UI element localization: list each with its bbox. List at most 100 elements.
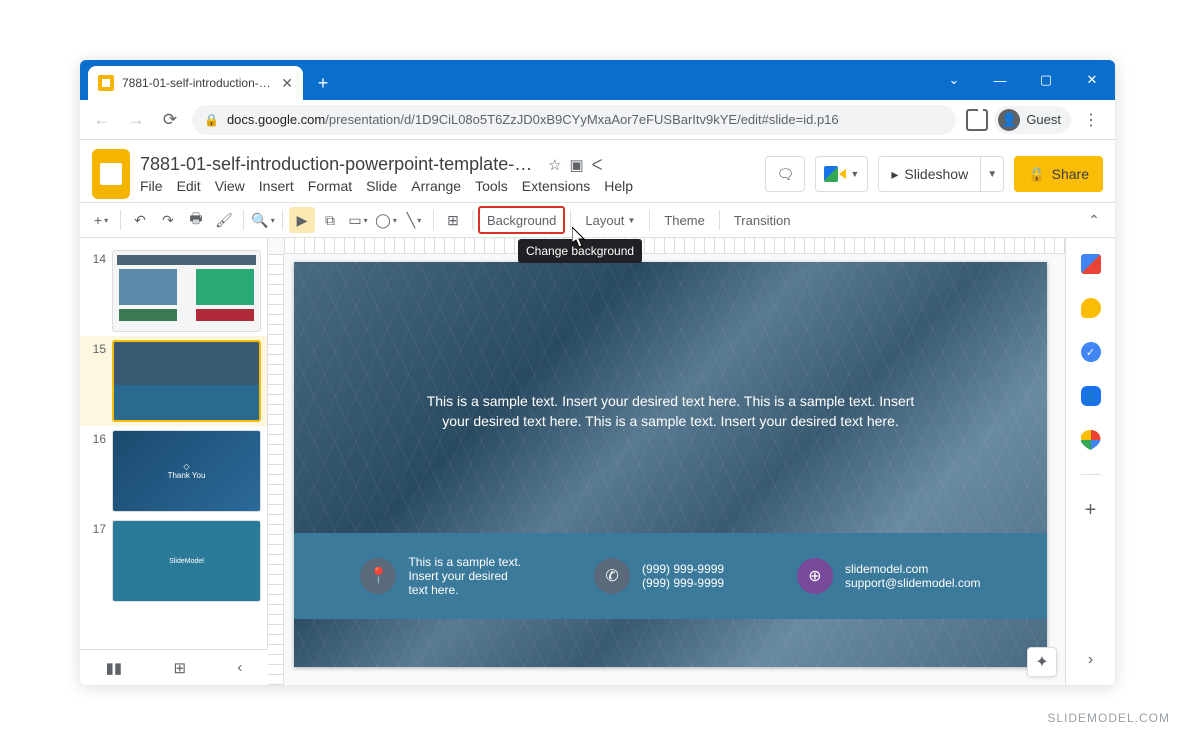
- tooltip: Change background: [518, 239, 642, 263]
- slideshow-label: Slideshow: [904, 166, 968, 182]
- tabs-area: 7881-01-self-introduction-powe ✕ +: [80, 66, 931, 100]
- keep-icon[interactable]: [1081, 298, 1101, 318]
- title-bar: 7881-01-self-introduction-powe ✕ + ⌄ — ▢…: [80, 60, 1115, 100]
- new-tab-button[interactable]: +: [309, 69, 337, 97]
- menu-slide[interactable]: Slide: [366, 178, 397, 194]
- ruler-horizontal: [284, 238, 1065, 254]
- canvas-area: This is a sample text. Insert your desir…: [268, 238, 1065, 685]
- tab-close-icon[interactable]: ✕: [281, 75, 293, 92]
- comment-icon: 🗨: [777, 166, 795, 183]
- reload-button[interactable]: ⟳: [158, 110, 182, 130]
- filmstrip-view-button[interactable]: ▮▮: [106, 659, 123, 677]
- address-bar-right: 👤 Guest ⋮: [966, 106, 1105, 134]
- menu-help[interactable]: Help: [604, 178, 633, 194]
- new-slide-button[interactable]: +: [88, 207, 114, 233]
- see-version-icon[interactable]: ᐸ: [592, 156, 603, 174]
- thumb-num: 17: [86, 520, 106, 602]
- menu-insert[interactable]: Insert: [259, 178, 294, 194]
- menu-format[interactable]: Format: [308, 178, 352, 194]
- menu-view[interactable]: View: [215, 178, 245, 194]
- contacts-icon[interactable]: [1081, 386, 1101, 406]
- profile-button[interactable]: 👤 Guest: [994, 106, 1071, 134]
- transition-button[interactable]: Transition: [726, 207, 799, 233]
- menu-file[interactable]: File: [140, 178, 163, 194]
- grid-view-button[interactable]: ⊞: [173, 659, 186, 677]
- move-icon[interactable]: ▣: [569, 156, 583, 174]
- star-icon[interactable]: ☆: [548, 156, 561, 174]
- slides-header: 7881-01-self-introduction-powerpoint-tem…: [80, 140, 1115, 202]
- globe-icon: ⊕: [797, 558, 833, 594]
- slideshow-button[interactable]: ▸ Slideshow: [878, 156, 980, 192]
- meet-button[interactable]: ▼: [815, 156, 868, 192]
- thumb-num: 15: [86, 340, 106, 422]
- layout-button[interactable]: Layout▼: [577, 207, 643, 233]
- back-button[interactable]: ←: [90, 110, 114, 130]
- slide-thumb-16[interactable]: ◇Thank You: [112, 430, 261, 512]
- collapse-filmstrip-button[interactable]: ‹: [237, 659, 242, 676]
- share-button[interactable]: 🔒 Share: [1014, 156, 1103, 192]
- doc-area: 7881-01-self-introduction-powerpoint-tem…: [140, 154, 755, 194]
- forward-button[interactable]: →: [124, 110, 148, 130]
- calendar-icon[interactable]: [1081, 254, 1101, 274]
- slides-logo-icon[interactable]: [92, 149, 130, 199]
- thumb-16-label: ◇Thank You: [168, 462, 206, 480]
- maximize-button[interactable]: ▢: [1023, 60, 1069, 100]
- phone-icon: ✆: [594, 558, 630, 594]
- thumb-row-16: 16 ◇Thank You: [80, 426, 267, 516]
- contact-phone[interactable]: ✆ (999) 999-9999 (999) 999-9999: [594, 558, 724, 594]
- toolbar: + ↶ ↷ 🖶 🖌 🔍 ▶ ⧉ ▭ ◯ ╲ ⊞ Background Layou…: [80, 202, 1115, 238]
- paint-format-button[interactable]: 🖌: [211, 207, 237, 233]
- shape-tool[interactable]: ◯: [373, 207, 399, 233]
- slide-canvas[interactable]: This is a sample text. Insert your desir…: [294, 262, 1047, 667]
- menu-extensions[interactable]: Extensions: [522, 178, 590, 194]
- print-button[interactable]: 🖶: [183, 207, 209, 233]
- undo-button[interactable]: ↶: [127, 207, 153, 233]
- collapse-toolbar-button[interactable]: ⌃: [1081, 207, 1107, 233]
- slideshow-dropdown[interactable]: ▼: [980, 156, 1004, 192]
- side-panel-toggle[interactable]: ›: [1088, 651, 1093, 669]
- theme-button[interactable]: Theme: [656, 207, 712, 233]
- address-bar: ← → ⟳ 🔒 docs.google.com/presentation/d/1…: [80, 100, 1115, 140]
- browser-tab[interactable]: 7881-01-self-introduction-powe ✕: [88, 66, 303, 100]
- comments-button[interactable]: 🗨: [765, 156, 805, 192]
- thumb-num: 14: [86, 250, 106, 332]
- extensions-icon[interactable]: [966, 109, 988, 131]
- close-button[interactable]: ✕: [1069, 60, 1115, 100]
- thumb-row-17: 17 SlideModel: [80, 516, 267, 606]
- slide-thumb-17[interactable]: SlideModel: [112, 520, 261, 602]
- textbox-tool[interactable]: ⧉: [317, 207, 343, 233]
- hero-text[interactable]: This is a sample text. Insert your desir…: [414, 392, 927, 431]
- side-panel: + ›: [1065, 238, 1115, 685]
- add-on-button[interactable]: +: [1085, 499, 1097, 522]
- menu-bar: File Edit View Insert Format Slide Arran…: [140, 178, 755, 194]
- slide-thumb-15[interactable]: [112, 340, 261, 422]
- line-tool[interactable]: ╲: [401, 207, 427, 233]
- zoom-button[interactable]: 🔍: [250, 207, 276, 233]
- work-area: 14 15 16 ◇Thank You 17 SlideModel: [80, 238, 1115, 685]
- menu-arrange[interactable]: Arrange: [411, 178, 461, 194]
- redo-button[interactable]: ↷: [155, 207, 181, 233]
- doc-title[interactable]: 7881-01-self-introduction-powerpoint-tem…: [140, 154, 540, 175]
- tasks-icon[interactable]: [1081, 342, 1101, 362]
- film-strip-footer: ▮▮ ⊞ ‹: [80, 649, 268, 685]
- thumb-17-label: SlideModel: [169, 558, 204, 565]
- image-tool[interactable]: ▭: [345, 207, 371, 233]
- meet-icon: [824, 166, 846, 182]
- comment-tool[interactable]: ⊞: [440, 207, 466, 233]
- thumb-num: 16: [86, 430, 106, 512]
- slide-thumb-14[interactable]: [112, 250, 261, 332]
- background-button[interactable]: Background: [479, 207, 564, 233]
- menu-tools[interactable]: Tools: [475, 178, 508, 194]
- menu-edit[interactable]: Edit: [177, 178, 201, 194]
- maps-icon[interactable]: [1081, 430, 1101, 450]
- contact-web[interactable]: ⊕ slidemodel.com support@slidemodel.com: [797, 558, 981, 594]
- explore-button[interactable]: ✦: [1027, 647, 1057, 677]
- url-text: docs.google.com/presentation/d/1D9CiL08o…: [227, 112, 839, 127]
- tab-title: 7881-01-self-introduction-powe: [122, 76, 273, 90]
- select-tool[interactable]: ▶: [289, 207, 315, 233]
- chevron-down-icon[interactable]: ⌄: [931, 60, 977, 100]
- url-field[interactable]: 🔒 docs.google.com/presentation/d/1D9CiL0…: [192, 105, 956, 135]
- contact-location[interactable]: 📍 This is a sample text. Insert your des…: [360, 555, 521, 597]
- minimize-button[interactable]: —: [977, 60, 1023, 100]
- browser-menu-button[interactable]: ⋮: [1077, 110, 1105, 130]
